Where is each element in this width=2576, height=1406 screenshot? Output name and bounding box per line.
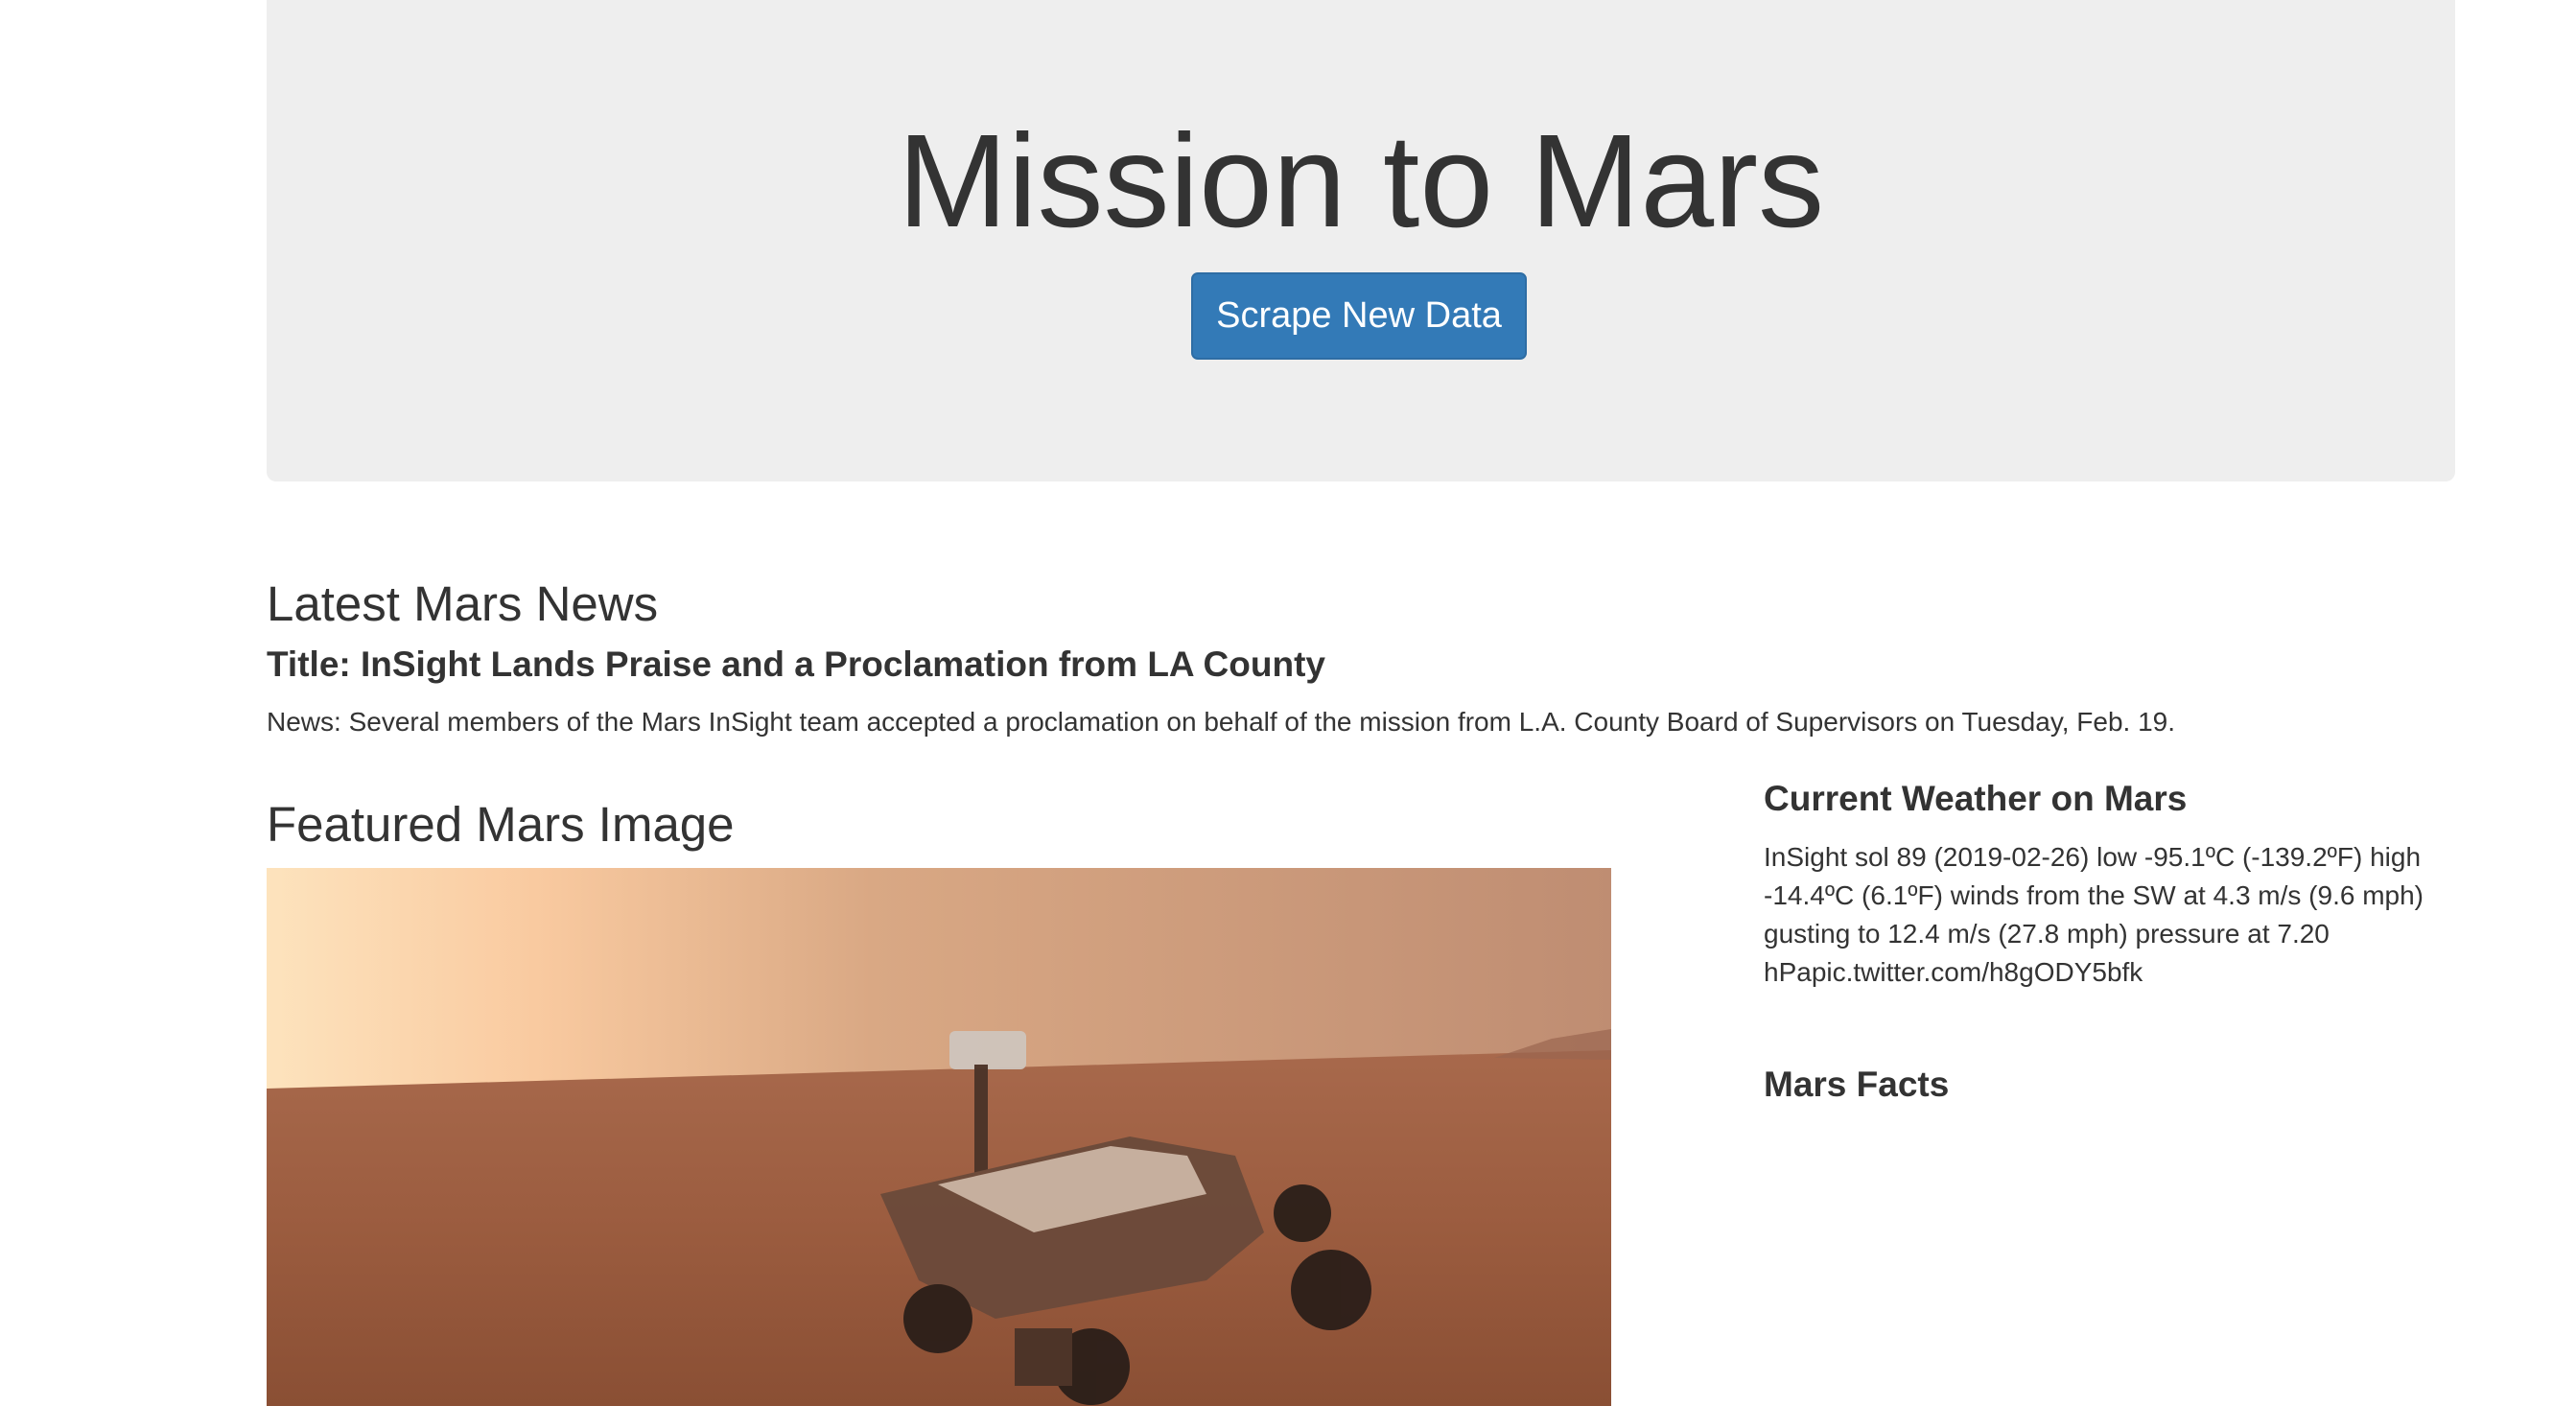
featured-mars-image[interactable] [267, 868, 1611, 1406]
jumbotron: Mission to Mars Scrape New Data [267, 0, 2455, 481]
scrape-new-data-button[interactable]: Scrape New Data [1191, 272, 1527, 360]
news-title: Title: InSight Lands Praise and a Procla… [267, 644, 1325, 684]
weather-heading: Current Weather on Mars [1764, 779, 2188, 818]
mars-rover-illustration [267, 868, 1611, 1406]
latest-news-heading: Latest Mars News [267, 576, 659, 631]
page-title: Mission to Mars [897, 107, 1825, 255]
featured-image-heading: Featured Mars Image [267, 797, 735, 852]
news-paragraph: News: Several members of the Mars InSigh… [267, 707, 2176, 737]
weather-text: InSight sol 89 (2019-02-26) low -95.1ºC … [1764, 842, 2424, 987]
mars-facts-heading: Mars Facts [1764, 1065, 1950, 1104]
